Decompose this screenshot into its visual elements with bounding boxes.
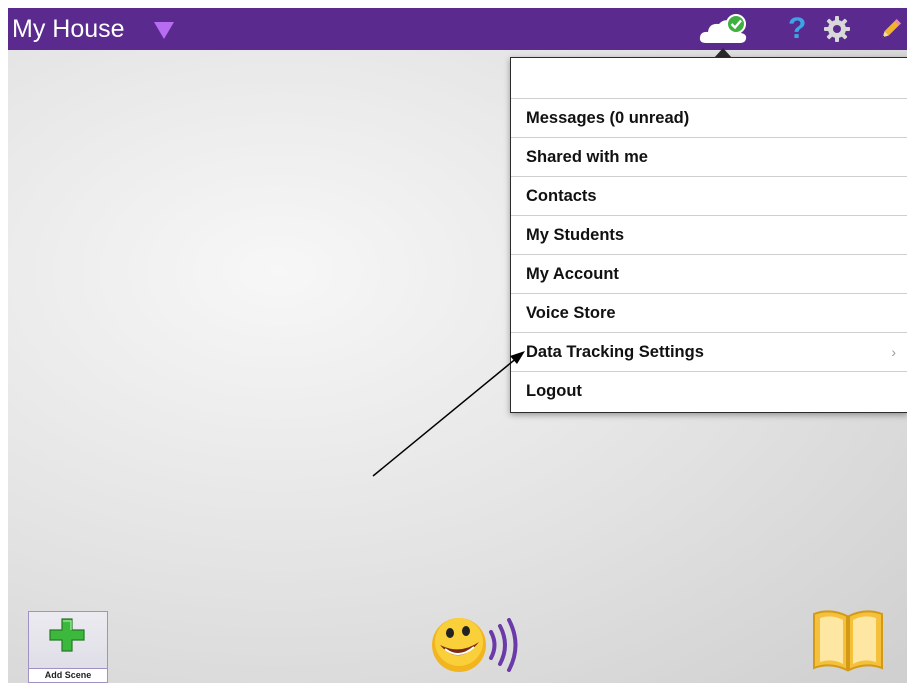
annotation-arrow [372, 351, 525, 477]
add-scene-label: Add Scene [29, 668, 107, 682]
speak-button[interactable] [429, 612, 529, 678]
add-scene-button[interactable]: Add Scene [28, 611, 108, 683]
book-icon [813, 610, 883, 672]
smiley-speak-icon [432, 618, 518, 672]
book-button[interactable] [810, 606, 886, 676]
plus-icon [49, 618, 85, 652]
